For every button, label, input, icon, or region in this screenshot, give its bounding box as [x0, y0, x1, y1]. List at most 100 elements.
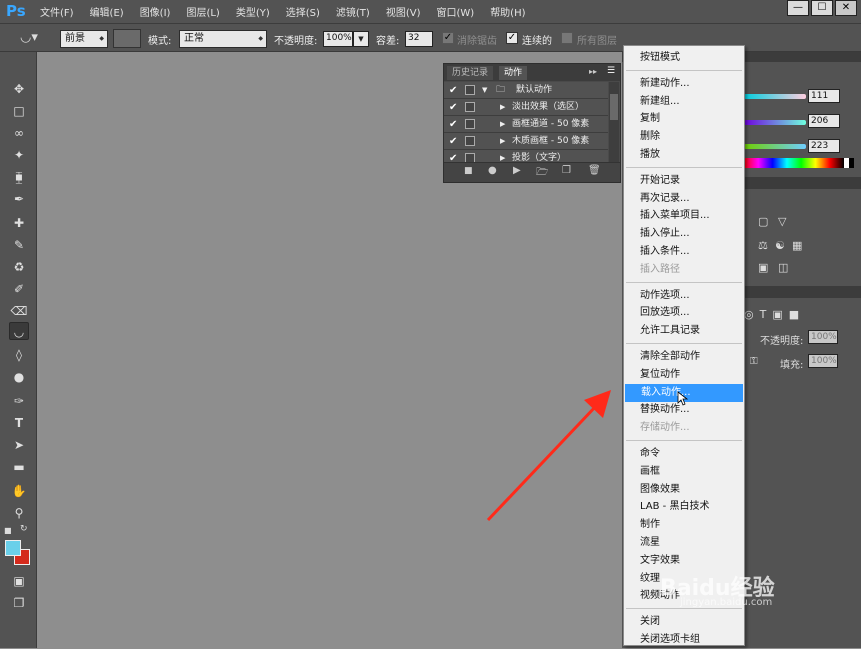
swap-colors-icon[interactable]: ↻ [20, 524, 28, 534]
eyedropper-tool-icon[interactable]: ✒ [9, 190, 29, 208]
menu-item[interactable]: 新建动作... [624, 75, 744, 93]
anti-alias-checkbox[interactable]: ✓ [442, 32, 454, 44]
foreground-color-swatch[interactable] [5, 540, 21, 556]
panel-menu-icon[interactable]: ☰ [607, 66, 615, 76]
new-action-icon[interactable]: ❐ [562, 165, 571, 176]
layer-filter-icons[interactable]: ◎T▣■ [744, 308, 805, 321]
dodge-tool-icon[interactable]: ● [9, 368, 29, 386]
tab-actions[interactable]: 动作 [499, 66, 528, 80]
menu-item[interactable]: 关闭选项卡组 [624, 631, 744, 649]
crop-tool-icon[interactable]: ⧯ [9, 168, 29, 186]
gradient-map-icon[interactable]: ▽ [778, 215, 786, 228]
expand-triangle-icon[interactable]: ▶ [500, 116, 505, 133]
hand-tool-icon[interactable]: ✋ [9, 482, 29, 500]
menu-item[interactable]: 载入动作... [625, 383, 743, 402]
menu-item[interactable]: LAB - 黑白技术 [624, 498, 744, 516]
healing-tool-icon[interactable]: ✚ [9, 214, 29, 232]
menu-item[interactable]: 复位动作 [624, 366, 744, 384]
menu-item[interactable]: 清除全部动作 [624, 348, 744, 366]
menu-item[interactable]: 命令 [624, 445, 744, 463]
red-slider[interactable] [744, 94, 806, 99]
delete-icon[interactable]: 🗑 [588, 165, 601, 176]
menu-4[interactable]: 类型(Y) [228, 4, 278, 19]
menu-8[interactable]: 窗口(W) [428, 4, 482, 19]
action-row[interactable]: ✔ ▶ 投影（文字） [444, 150, 608, 162]
default-colors-icon[interactable]: ■ [4, 526, 14, 535]
color-lookup-icon[interactable]: ▦ [792, 239, 802, 252]
zoom-tool-icon[interactable]: ⚲ [9, 504, 29, 522]
action-check-icon[interactable]: ✔ [449, 82, 457, 99]
close-button[interactable]: ✕ [835, 0, 857, 16]
blue-slider[interactable] [744, 144, 806, 149]
red-value[interactable]: 111 [808, 89, 840, 103]
action-row[interactable]: 🗀 ✔ ▼ 默认动作 [444, 82, 608, 99]
pattern-picker[interactable] [113, 29, 141, 48]
history-brush-tool-icon[interactable]: ✐ [9, 280, 29, 298]
screen-mode-icon[interactable]: ❐ [9, 594, 29, 612]
menu-item[interactable]: 图像效果 [624, 481, 744, 499]
menu-item[interactable]: 新建组... [624, 93, 744, 111]
dialog-toggle-icon[interactable] [465, 85, 475, 95]
menu-3[interactable]: 图层(L) [178, 4, 227, 19]
menu-5[interactable]: 选择(S) [278, 4, 328, 19]
record-icon[interactable]: ● [488, 165, 497, 176]
menu-item[interactable]: 制作 [624, 516, 744, 534]
lock-icon[interactable]: ⚿ [750, 356, 758, 367]
all-layers-checkbox[interactable] [561, 32, 573, 44]
expand-triangle-icon[interactable]: ▶ [500, 150, 505, 162]
action-check-icon[interactable]: ✔ [449, 99, 457, 116]
menu-2[interactable]: 图像(I) [132, 4, 179, 19]
paint-bucket-preset-icon[interactable]: ◡▾ [20, 30, 42, 48]
menu-item[interactable]: 复制 [624, 110, 744, 128]
opacity-input[interactable]: 100% [323, 31, 353, 47]
quick-select-tool-icon[interactable]: ✦ [9, 146, 29, 164]
dialog-toggle-icon[interactable] [465, 102, 475, 112]
menu-item[interactable]: 回放选项... [624, 304, 744, 322]
dialog-toggle-icon[interactable] [465, 153, 475, 162]
channel-mixer-icon[interactable]: ☯ [775, 239, 785, 252]
action-row[interactable]: ✔ ▶ 木质画框 - 50 像素 [444, 133, 608, 150]
pen-tool-icon[interactable]: ✑ [9, 392, 29, 410]
fill-source-select[interactable]: 前景 [60, 30, 108, 48]
mode-select[interactable]: 正常 [179, 30, 267, 48]
menu-item[interactable]: 允许工具记录 [624, 322, 744, 340]
lasso-tool-icon[interactable]: ∞ [9, 124, 29, 142]
dialog-toggle-icon[interactable] [465, 119, 475, 129]
menu-item[interactable]: 插入菜单项目... [624, 207, 744, 225]
menu-6[interactable]: 滤镜(T) [328, 4, 378, 19]
new-set-icon[interactable]: 🗁 [536, 165, 548, 182]
eraser-tool-icon[interactable]: ⌫ [9, 302, 29, 320]
menu-item[interactable]: 再次记录... [624, 190, 744, 208]
layer-opacity-input[interactable]: 100% [808, 330, 838, 344]
brush-tool-icon[interactable]: ✎ [9, 236, 29, 254]
menu-item[interactable]: 动作选项... [624, 287, 744, 305]
marquee-tool-icon[interactable]: □ [9, 102, 29, 120]
expand-triangle-icon[interactable]: ▶ [500, 99, 505, 116]
minimize-button[interactable]: — [787, 0, 809, 16]
action-row[interactable]: ✔ ▶ 淡出效果（选区） [444, 99, 608, 116]
selective-color-icon[interactable]: ◫ [778, 261, 788, 274]
tab-history[interactable]: 历史记录 [447, 66, 494, 80]
menu-1[interactable]: 编辑(E) [82, 4, 132, 19]
stamp-tool-icon[interactable]: ♻ [9, 258, 29, 276]
menu-item[interactable]: 开始记录 [624, 172, 744, 190]
menu-item[interactable]: 关闭 [624, 613, 744, 631]
tolerance-input[interactable]: 32 [405, 31, 433, 47]
move-tool-icon[interactable]: ✥ [9, 80, 29, 98]
path-select-tool-icon[interactable]: ➤ [9, 436, 29, 454]
type-tool-icon[interactable]: T [9, 414, 29, 432]
action-check-icon[interactable]: ✔ [449, 116, 457, 133]
menu-item[interactable]: 流星 [624, 534, 744, 552]
green-slider[interactable] [744, 120, 806, 125]
menu-item[interactable]: 替换动作... [624, 401, 744, 419]
menu-item[interactable]: 播放 [624, 146, 744, 164]
shape-tool-icon[interactable]: ▬ [9, 458, 29, 476]
menu-item[interactable]: 插入条件... [624, 243, 744, 261]
action-row[interactable]: ✔ ▶ 画框通道 - 50 像素 [444, 116, 608, 133]
color-balance-icon[interactable]: ⚖ [758, 239, 768, 252]
threshold-icon[interactable]: ▣ [758, 261, 768, 274]
blue-value[interactable]: 223 [808, 139, 840, 153]
contiguous-checkbox[interactable]: ✓ [506, 32, 518, 44]
menu-item[interactable]: 按钮模式 [624, 49, 744, 67]
action-check-icon[interactable]: ✔ [449, 150, 457, 162]
